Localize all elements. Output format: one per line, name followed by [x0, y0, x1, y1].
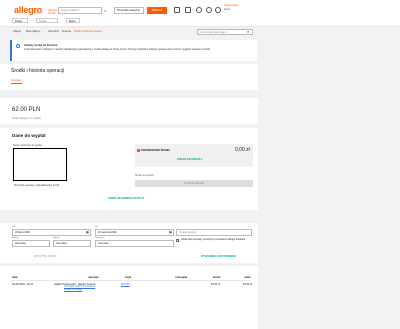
heart-icon[interactable] — [185, 7, 191, 13]
table-header-login: login — [125, 276, 132, 279]
operations-table: data operacja login szczegóły kwota sald… — [0, 266, 258, 329]
info-text: Jeśli korzystasz z Allegro w ramach dzia… — [24, 48, 211, 51]
payout-panel: Dane do wypłat Numer rachunku do wypłat … — [0, 128, 258, 210]
generate-report-link[interactable]: WYGENERUJ ZESTAWIENIE — [201, 255, 236, 258]
search-icon[interactable]: ⌕ — [104, 8, 106, 13]
tab-operacje[interactable]: Operacje — [11, 79, 22, 84]
info-box: Zmiany konta na Finanse Jeśli korzystasz… — [10, 40, 257, 61]
search-button[interactable]: SZUKAJ — [147, 7, 167, 14]
row-operation-sub[interactable]: Szczegóły wpłat z 2 zamówień — [64, 286, 95, 288]
table-header-operation: operacja — [88, 276, 99, 279]
user-menu-title[interactable]: Twoje Allegro — [224, 4, 239, 7]
type-select[interactable]: wszystkie — [12, 240, 50, 247]
row-details: - — [178, 283, 179, 286]
table-divider — [10, 280, 250, 281]
breadcrumb-item[interactable]: Moje Allegro — [26, 30, 40, 33]
date-to-label: Do — [95, 226, 98, 228]
account-note: Wszystkie operacje, zaktualizowane 22.08… — [14, 184, 62, 187]
notifications-icon[interactable] — [196, 7, 202, 13]
date-to-input[interactable]: 20 sierpnia 2020 — [95, 229, 174, 236]
title-panel: Środki i historia operacji Operacje — [0, 64, 258, 90]
breadcrumb-item[interactable]: Sprzedaż — [48, 30, 59, 33]
date-from-input[interactable]: 20 lipca 2020 — [12, 229, 91, 236]
show-details-link[interactable]: POKAŻ SZCZEGÓŁY — [177, 158, 203, 161]
category-select[interactable]: wszystkie — [95, 240, 174, 247]
balance-amount: 62.00 PLN — [12, 107, 41, 113]
clear-filters-link[interactable]: WYCZYŚĆ FILTRY — [34, 255, 56, 258]
account-label: Numer rachunku do wypłat — [13, 144, 42, 147]
calendar-icon[interactable]: ▦ — [86, 230, 89, 234]
breadcrumb-item[interactable]: Allegro — [13, 30, 21, 33]
allegro-logo[interactable]: allegro — [14, 5, 42, 15]
search-input[interactable]: czego szukasz? — [58, 7, 102, 14]
operations-search-input[interactable]: Szukaj operacji — [176, 229, 252, 236]
table-header-details: szczegóły — [175, 276, 188, 279]
type-label: Rodzaj — [12, 237, 19, 239]
row-date: 06.08.2020, 14:24 — [12, 283, 33, 286]
date-from-label: Od — [12, 226, 15, 228]
market-select[interactable]: wszystkie — [53, 240, 91, 247]
cart-icon[interactable] — [174, 7, 180, 13]
calendar-icon[interactable]: ▦ — [169, 230, 172, 234]
info-title: Zmiany konta na Finanse — [24, 43, 58, 47]
row-login[interactable]: Mr1234 — [121, 283, 130, 286]
standard-checkbox[interactable] — [176, 239, 179, 242]
info-icon — [16, 44, 20, 48]
breadcrumb-current: Środki i historia operacji — [74, 30, 102, 33]
top-header: allegro Allegro Smart czego szukasz? ⌕ W… — [0, 0, 400, 27]
table-header-amount: kwota — [213, 276, 221, 279]
balance-note: Środki dostępne do wypłaty — [12, 117, 42, 120]
category-label: Kategoria — [95, 237, 105, 239]
table-header-date: data — [12, 276, 18, 279]
payout-title: Dane do wypłat — [12, 133, 46, 138]
category-select[interactable]: Wszystkie kategorie — [114, 7, 144, 14]
change-payout-settings-link[interactable]: ZMIEŃ USTAWIENIA WYPŁAT — [108, 197, 144, 200]
subnav-item-strefa[interactable]: Strefa — [36, 18, 58, 23]
account-redacted-box — [13, 148, 67, 181]
row-balance: 62,00 zł — [243, 283, 253, 286]
balance-panel: 62.00 PLN Środki dostępne do wypłaty — [0, 98, 258, 124]
page-title: Środki i historia operacji — [11, 68, 65, 74]
payout-label: Środki do wypłaty — [135, 174, 154, 177]
user-menu-sub[interactable]: konto — [224, 8, 230, 11]
market-label: Rynek — [53, 237, 60, 239]
breadcrumb-item[interactable]: Finanse — [62, 30, 71, 33]
subnav-item-marki[interactable]: Marki — [66, 18, 80, 23]
saved-funds-amount: 0,00 zł — [235, 147, 250, 153]
subnav-item-dzialy[interactable]: Dziaty — [12, 18, 28, 23]
myallegro-search-input[interactable]: przeszukaj Moje Allegro — [197, 29, 253, 35]
standard-checkbox-label: pokaż tylko operacje, do których przenie… — [181, 238, 246, 241]
saved-funds-panel: ZGROMADZONE ŚRODKI 0,00 zł POKAŻ SZCZEGÓ… — [135, 144, 253, 167]
filters-panel: Od 20 lipca 2020 ▦ Do 20 sierpnia 2020 ▦… — [0, 223, 258, 263]
table-header-balance: saldo — [244, 276, 251, 279]
messages-icon[interactable] — [206, 7, 212, 13]
row-operation-sub2[interactable]: Zobacz szczegóły — [64, 289, 82, 291]
allegro-smart-badge[interactable]: Allegro Smart — [48, 9, 58, 15]
wallet-icon — [137, 149, 140, 152]
saved-funds-label: ZGROMADZONE ŚRODKI — [141, 149, 170, 152]
search-icon[interactable]: ⌕ — [247, 29, 249, 34]
account-icon[interactable] — [215, 7, 221, 13]
row-amount: 62,00 zł — [211, 283, 221, 286]
payout-button[interactable]: WYPŁAĆ ŚRODKI — [135, 180, 253, 187]
